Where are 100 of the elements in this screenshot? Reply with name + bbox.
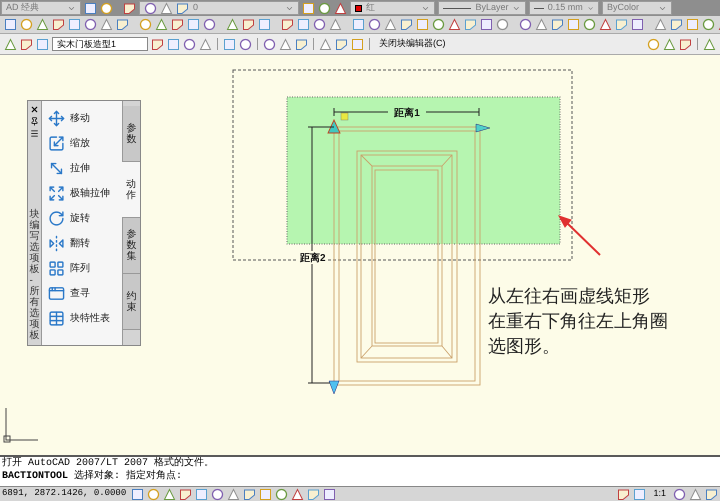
tool-icon[interactable] bbox=[384, 18, 397, 31]
tool-icon[interactable] bbox=[52, 18, 65, 31]
tool-icon[interactable] bbox=[670, 18, 683, 31]
tool-icon[interactable] bbox=[100, 18, 113, 31]
tool-icon[interactable] bbox=[68, 18, 81, 31]
tool-icon[interactable] bbox=[239, 38, 252, 50]
tool-icon[interactable] bbox=[84, 2, 97, 14]
tool-icon[interactable] bbox=[297, 18, 310, 31]
tool-icon[interactable] bbox=[432, 18, 445, 31]
tool-icon[interactable] bbox=[464, 18, 477, 31]
tool-icon[interactable] bbox=[147, 488, 160, 500]
tool-icon bbox=[48, 284, 65, 302]
close-block-editor-button[interactable]: 关闭块编辑器(C) bbox=[375, 36, 450, 52]
palette-tool-item[interactable]: 查寻 bbox=[42, 282, 122, 304]
tool-icon[interactable] bbox=[647, 38, 660, 50]
tool-icon[interactable] bbox=[100, 2, 113, 14]
tool-icon[interactable] bbox=[155, 18, 168, 31]
tool-icon[interactable] bbox=[631, 18, 644, 31]
tool-icon[interactable] bbox=[663, 38, 676, 50]
tool-icon[interactable] bbox=[131, 488, 144, 500]
tool-icon[interactable] bbox=[703, 38, 716, 50]
tool-icon[interactable] bbox=[187, 18, 200, 31]
tool-icon[interactable] bbox=[167, 38, 180, 50]
dimension-label: 距离2 bbox=[300, 253, 326, 264]
tool-icon[interactable] bbox=[319, 38, 332, 50]
tool-icon[interactable] bbox=[20, 18, 33, 31]
tool-icon[interactable] bbox=[4, 38, 17, 50]
command-line-text: BACTIONTOOL 选择对象: 指定对角点: bbox=[2, 470, 184, 483]
tool-icon[interactable] bbox=[223, 38, 236, 50]
tool-icon[interactable] bbox=[329, 18, 342, 31]
tool-icon[interactable] bbox=[275, 488, 288, 500]
tool-icon[interactable] bbox=[335, 38, 348, 50]
tool-icon[interactable] bbox=[151, 38, 164, 50]
tool-icon[interactable] bbox=[183, 38, 196, 50]
tool-icon[interactable] bbox=[496, 18, 509, 31]
tool-icon[interactable] bbox=[318, 2, 331, 14]
palette-tab[interactable]: 参数 bbox=[123, 106, 140, 162]
tool-icon[interactable] bbox=[171, 18, 184, 31]
tool-icon[interactable] bbox=[615, 18, 628, 31]
tool-icon[interactable] bbox=[583, 18, 596, 31]
tool-icon[interactable] bbox=[480, 18, 493, 31]
palette-title: 块编写选项板 - 所有选项板 bbox=[30, 209, 40, 341]
tool-icon[interactable] bbox=[36, 18, 49, 31]
tool-icon[interactable] bbox=[199, 38, 212, 50]
palette-tool-item[interactable]: 阵列 bbox=[42, 257, 122, 279]
tool-icon[interactable] bbox=[203, 18, 216, 31]
tool-icon[interactable] bbox=[599, 18, 612, 31]
tool-icon[interactable] bbox=[226, 18, 239, 31]
tool-icon[interactable] bbox=[84, 18, 97, 31]
palette-tool-item[interactable]: 缩放 bbox=[42, 132, 122, 154]
palette-tab[interactable]: 参数集 bbox=[123, 218, 140, 274]
tool-icon[interactable] bbox=[535, 18, 548, 31]
annotation-scale-button[interactable]: 1:1 bbox=[649, 487, 670, 501]
tool-icon[interactable] bbox=[281, 18, 294, 31]
tool-icon[interactable] bbox=[368, 18, 381, 31]
pointer-arrow bbox=[558, 215, 601, 256]
tool-icon[interactable] bbox=[139, 18, 152, 31]
tool-icon[interactable] bbox=[654, 18, 667, 31]
tool-icon[interactable] bbox=[295, 38, 308, 50]
tool-icon[interactable] bbox=[144, 2, 157, 14]
tool-icon[interactable] bbox=[352, 18, 365, 31]
tool-icon[interactable] bbox=[400, 18, 413, 31]
tool-icon[interactable] bbox=[195, 488, 208, 500]
tool-icon[interactable] bbox=[36, 38, 49, 50]
tool-icon[interactable] bbox=[673, 488, 686, 500]
tool-icon[interactable] bbox=[258, 18, 271, 31]
tool-icon[interactable] bbox=[211, 488, 224, 500]
tool-icon[interactable] bbox=[519, 18, 532, 31]
palette-tool-item[interactable]: 块特性表 bbox=[42, 307, 122, 329]
tool-icon[interactable] bbox=[702, 18, 715, 31]
dimension-label: 距离1 bbox=[394, 108, 420, 119]
color-swatch bbox=[355, 4, 362, 12]
tool-icon[interactable] bbox=[263, 38, 276, 50]
tool-icon[interactable] bbox=[20, 38, 33, 50]
tool-icon[interactable] bbox=[242, 18, 255, 31]
block-name-field[interactable]: 实木门板造型1 bbox=[52, 37, 148, 51]
palette-tool-item[interactable]: 移动 bbox=[42, 107, 122, 129]
tool-icon[interactable] bbox=[279, 38, 292, 50]
tool-icon bbox=[48, 110, 65, 126]
palette-tool-item[interactable]: 极轴拉伸 bbox=[42, 182, 122, 204]
tool-icon[interactable] bbox=[302, 2, 315, 14]
palette-tab[interactable]: 动作 bbox=[122, 162, 140, 218]
tool-icon[interactable] bbox=[633, 488, 646, 500]
tool-icon[interactable] bbox=[116, 18, 129, 31]
ucs-axis-icon bbox=[4, 408, 38, 442]
annotation-text: 选图形。 bbox=[488, 335, 561, 359]
palette-tool-item[interactable]: 拉伸 bbox=[42, 157, 122, 179]
tool-icon[interactable] bbox=[323, 488, 336, 500]
palette-tool-item[interactable]: 翻转 bbox=[42, 232, 122, 254]
pin-icon[interactable] bbox=[30, 117, 39, 126]
tool-icon[interactable] bbox=[679, 38, 692, 50]
tool-icon[interactable] bbox=[4, 18, 17, 31]
palette-tool-item[interactable]: 旋转 bbox=[42, 207, 122, 229]
tool-icon[interactable] bbox=[313, 18, 326, 31]
menu-icon[interactable] bbox=[30, 129, 39, 138]
coordinates-readout: 6891, 2872.1426, 0.0000 bbox=[2, 487, 128, 500]
tool-icon[interactable] bbox=[551, 18, 564, 31]
palette-tab[interactable]: 约束 bbox=[123, 274, 140, 330]
tool-icon[interactable] bbox=[448, 18, 461, 31]
close-icon[interactable] bbox=[30, 105, 39, 114]
